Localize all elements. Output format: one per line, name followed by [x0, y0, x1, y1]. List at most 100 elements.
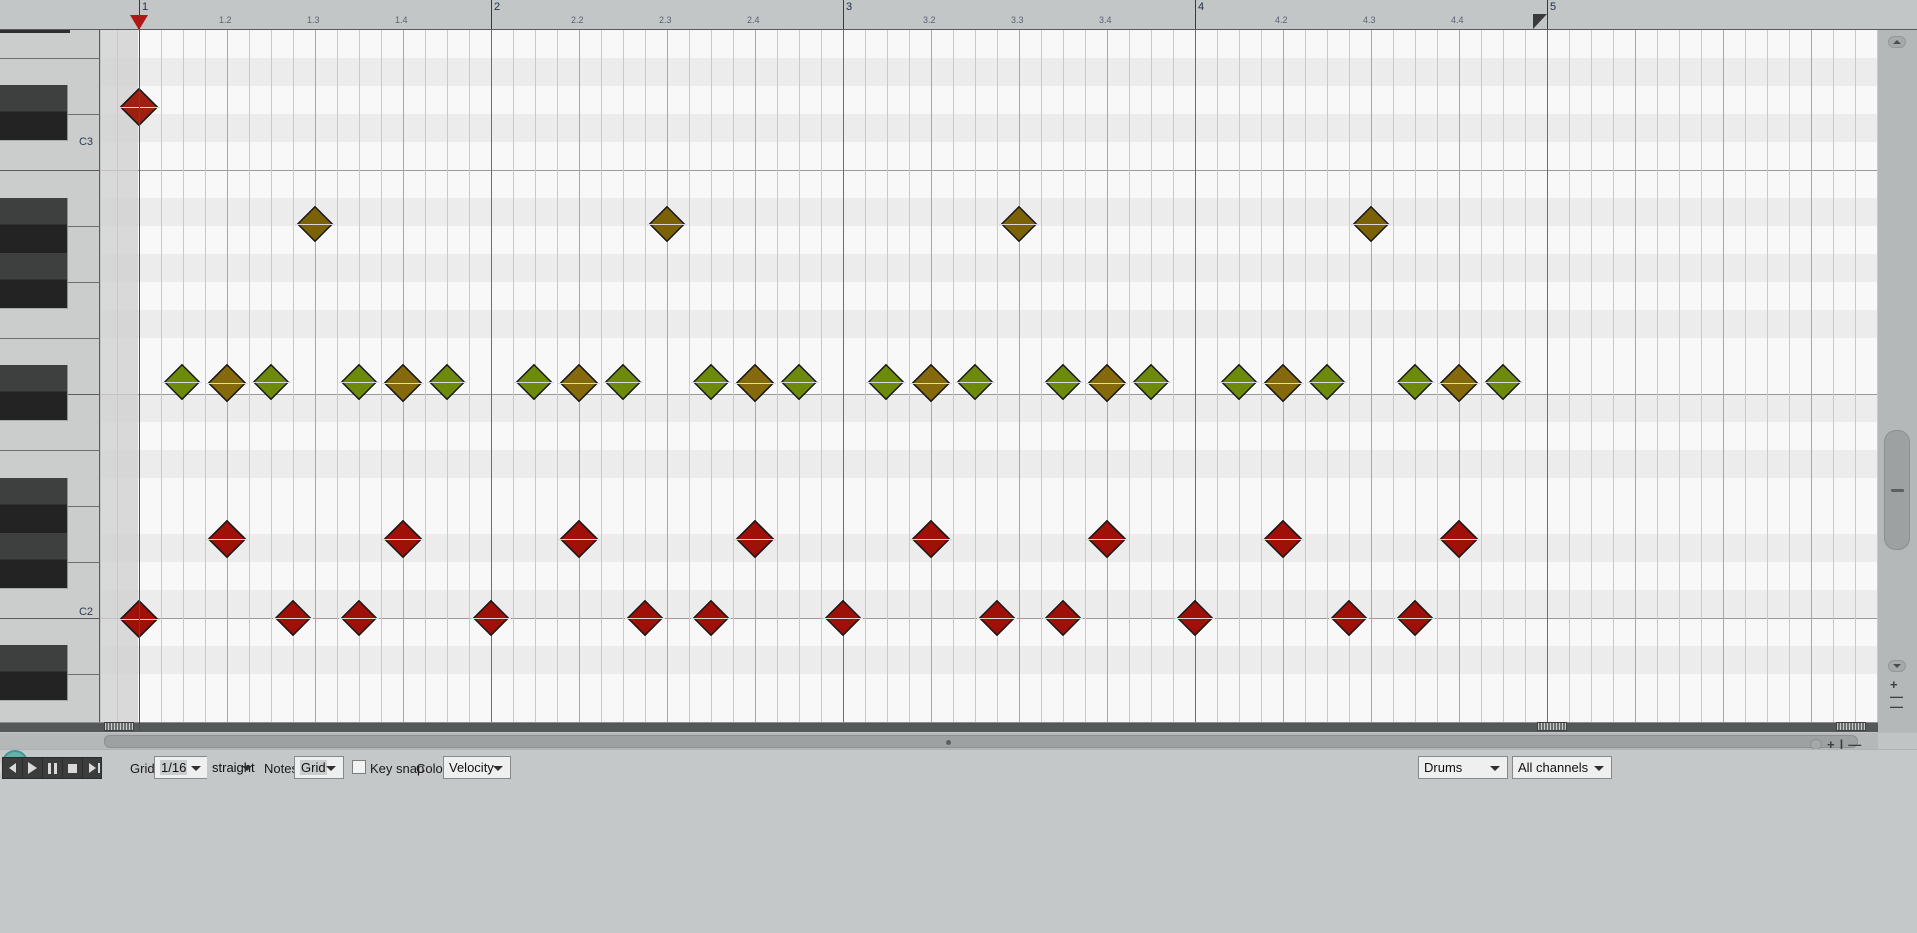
note-snare-1[interactable]: [208, 520, 246, 558]
note-snare-7[interactable]: [1264, 520, 1302, 558]
note-hat-6[interactable]: [429, 364, 465, 400]
grid-row[interactable]: [101, 702, 1917, 722]
note-hat-17[interactable]: [1088, 364, 1126, 402]
instrument-select[interactable]: Drums: [1418, 756, 1508, 779]
color-value-select[interactable]: Velocity: [443, 756, 511, 779]
grid-row[interactable]: [101, 310, 1917, 338]
note-kick-6[interactable]: [693, 600, 729, 636]
note-kick-4[interactable]: [473, 600, 509, 636]
black-key[interactable]: [0, 478, 68, 534]
grid-row[interactable]: [101, 114, 1917, 142]
note-snare-5[interactable]: [912, 520, 950, 558]
note-hat-20[interactable]: [1264, 364, 1302, 402]
note-hat-23[interactable]: [1440, 364, 1478, 402]
note-kick-12[interactable]: [1397, 600, 1433, 636]
note-hat-1[interactable]: [164, 364, 200, 400]
grid-row[interactable]: [101, 506, 1917, 534]
note-hat-5[interactable]: [384, 364, 422, 402]
black-key[interactable]: [0, 645, 68, 701]
grid-row[interactable]: [101, 170, 1917, 198]
go-to-end-button[interactable]: [82, 757, 102, 779]
note-hat-13[interactable]: [868, 364, 904, 400]
note-hat-8[interactable]: [560, 364, 598, 402]
grid-row[interactable]: [101, 338, 1917, 366]
note-hat-3[interactable]: [253, 364, 289, 400]
black-key[interactable]: [0, 253, 68, 309]
note-hat-18[interactable]: [1133, 364, 1169, 400]
playhead-marker[interactable]: [130, 15, 148, 30]
grid-row[interactable]: [101, 142, 1917, 170]
note-kick-9[interactable]: [1045, 600, 1081, 636]
grid-row[interactable]: [101, 282, 1917, 310]
grid-value-select[interactable]: 1/16: [154, 756, 209, 779]
grid-row[interactable]: [101, 646, 1917, 674]
play-button[interactable]: [22, 757, 42, 779]
grid-resize-grip-left[interactable]: [104, 722, 134, 731]
notes-value-select[interactable]: Grid: [294, 756, 344, 779]
pause-button[interactable]: [42, 757, 62, 779]
note-snare-8[interactable]: [1440, 520, 1478, 558]
grid-row[interactable]: [101, 58, 1917, 86]
grid-row[interactable]: [101, 478, 1917, 506]
vertical-scrollbar[interactable]: [1878, 30, 1917, 733]
note-hat-22[interactable]: [1397, 364, 1433, 400]
horizontal-scroll-thumb[interactable]: [104, 735, 1858, 748]
note-hat-14[interactable]: [912, 364, 950, 402]
note-hat-16[interactable]: [1045, 364, 1081, 400]
note-snare-4[interactable]: [736, 520, 774, 558]
vscroll-up-arrow[interactable]: [1888, 36, 1906, 48]
note-hat-11[interactable]: [736, 364, 774, 402]
note-grid-viewport[interactable]: [101, 30, 1917, 722]
go-to-start-button[interactable]: [2, 757, 22, 779]
note-kick-5[interactable]: [627, 600, 663, 636]
horizontal-resize-track[interactable]: [0, 722, 1917, 732]
note-hat-4[interactable]: [341, 364, 377, 400]
note-snare-3[interactable]: [560, 520, 598, 558]
note-kick-10[interactable]: [1177, 600, 1213, 636]
transport-controls[interactable]: [2, 757, 102, 779]
stop-button[interactable]: [62, 757, 82, 779]
note-kick-7[interactable]: [825, 600, 861, 636]
grid-row[interactable]: [101, 450, 1917, 478]
note-openhat-3[interactable]: [1001, 206, 1037, 242]
grid-row[interactable]: [101, 534, 1917, 562]
grid-row[interactable]: [101, 30, 1917, 58]
grid-row[interactable]: [101, 86, 1917, 114]
note-hat-12[interactable]: [781, 364, 817, 400]
note-hat-7[interactable]: [516, 364, 552, 400]
note-kick-3[interactable]: [341, 600, 377, 636]
note-hat-24[interactable]: [1485, 364, 1521, 400]
note-hat-19[interactable]: [1221, 364, 1257, 400]
note-hat-21[interactable]: [1309, 364, 1345, 400]
grid-row[interactable]: [101, 674, 1917, 702]
vscroll-down-arrow[interactable]: [1888, 660, 1906, 672]
note-kick-8[interactable]: [979, 600, 1015, 636]
note-kick-11[interactable]: [1331, 600, 1367, 636]
timeline-ruler[interactable]: 123451.21.31.42.22.32.43.23.33.44.24.34.…: [0, 0, 1917, 30]
black-key[interactable]: [0, 85, 68, 141]
vzoom-out-icon[interactable]: —: [1890, 702, 1903, 712]
loop-end-marker[interactable]: [1533, 14, 1547, 29]
note-snare-2[interactable]: [384, 520, 422, 558]
note-kick-2[interactable]: [275, 600, 311, 636]
note-snare-6[interactable]: [1088, 520, 1126, 558]
note-grid[interactable]: [101, 30, 1917, 722]
swing-select[interactable]: straight: [207, 756, 259, 779]
note-hat-9[interactable]: [605, 364, 641, 400]
note-openhat-2[interactable]: [649, 206, 685, 242]
grid-resize-grip-corner[interactable]: [1836, 722, 1866, 731]
grid-resize-grip-right[interactable]: [1537, 722, 1567, 731]
hzoom-play-icon[interactable]: [1810, 739, 1822, 750]
key-snap-checkbox[interactable]: [352, 760, 366, 774]
note-hat-10[interactable]: [693, 364, 729, 400]
black-key[interactable]: [0, 198, 68, 254]
channels-select[interactable]: All channels: [1512, 756, 1612, 779]
note-openhat-4[interactable]: [1353, 206, 1389, 242]
grid-row[interactable]: [101, 254, 1917, 282]
black-key[interactable]: [0, 365, 68, 421]
note-hat-15[interactable]: [957, 364, 993, 400]
grid-row[interactable]: [101, 422, 1917, 450]
piano-keyboard[interactable]: C3C2: [0, 30, 100, 722]
grid-row[interactable]: [101, 562, 1917, 590]
note-openhat-1[interactable]: [297, 206, 333, 242]
